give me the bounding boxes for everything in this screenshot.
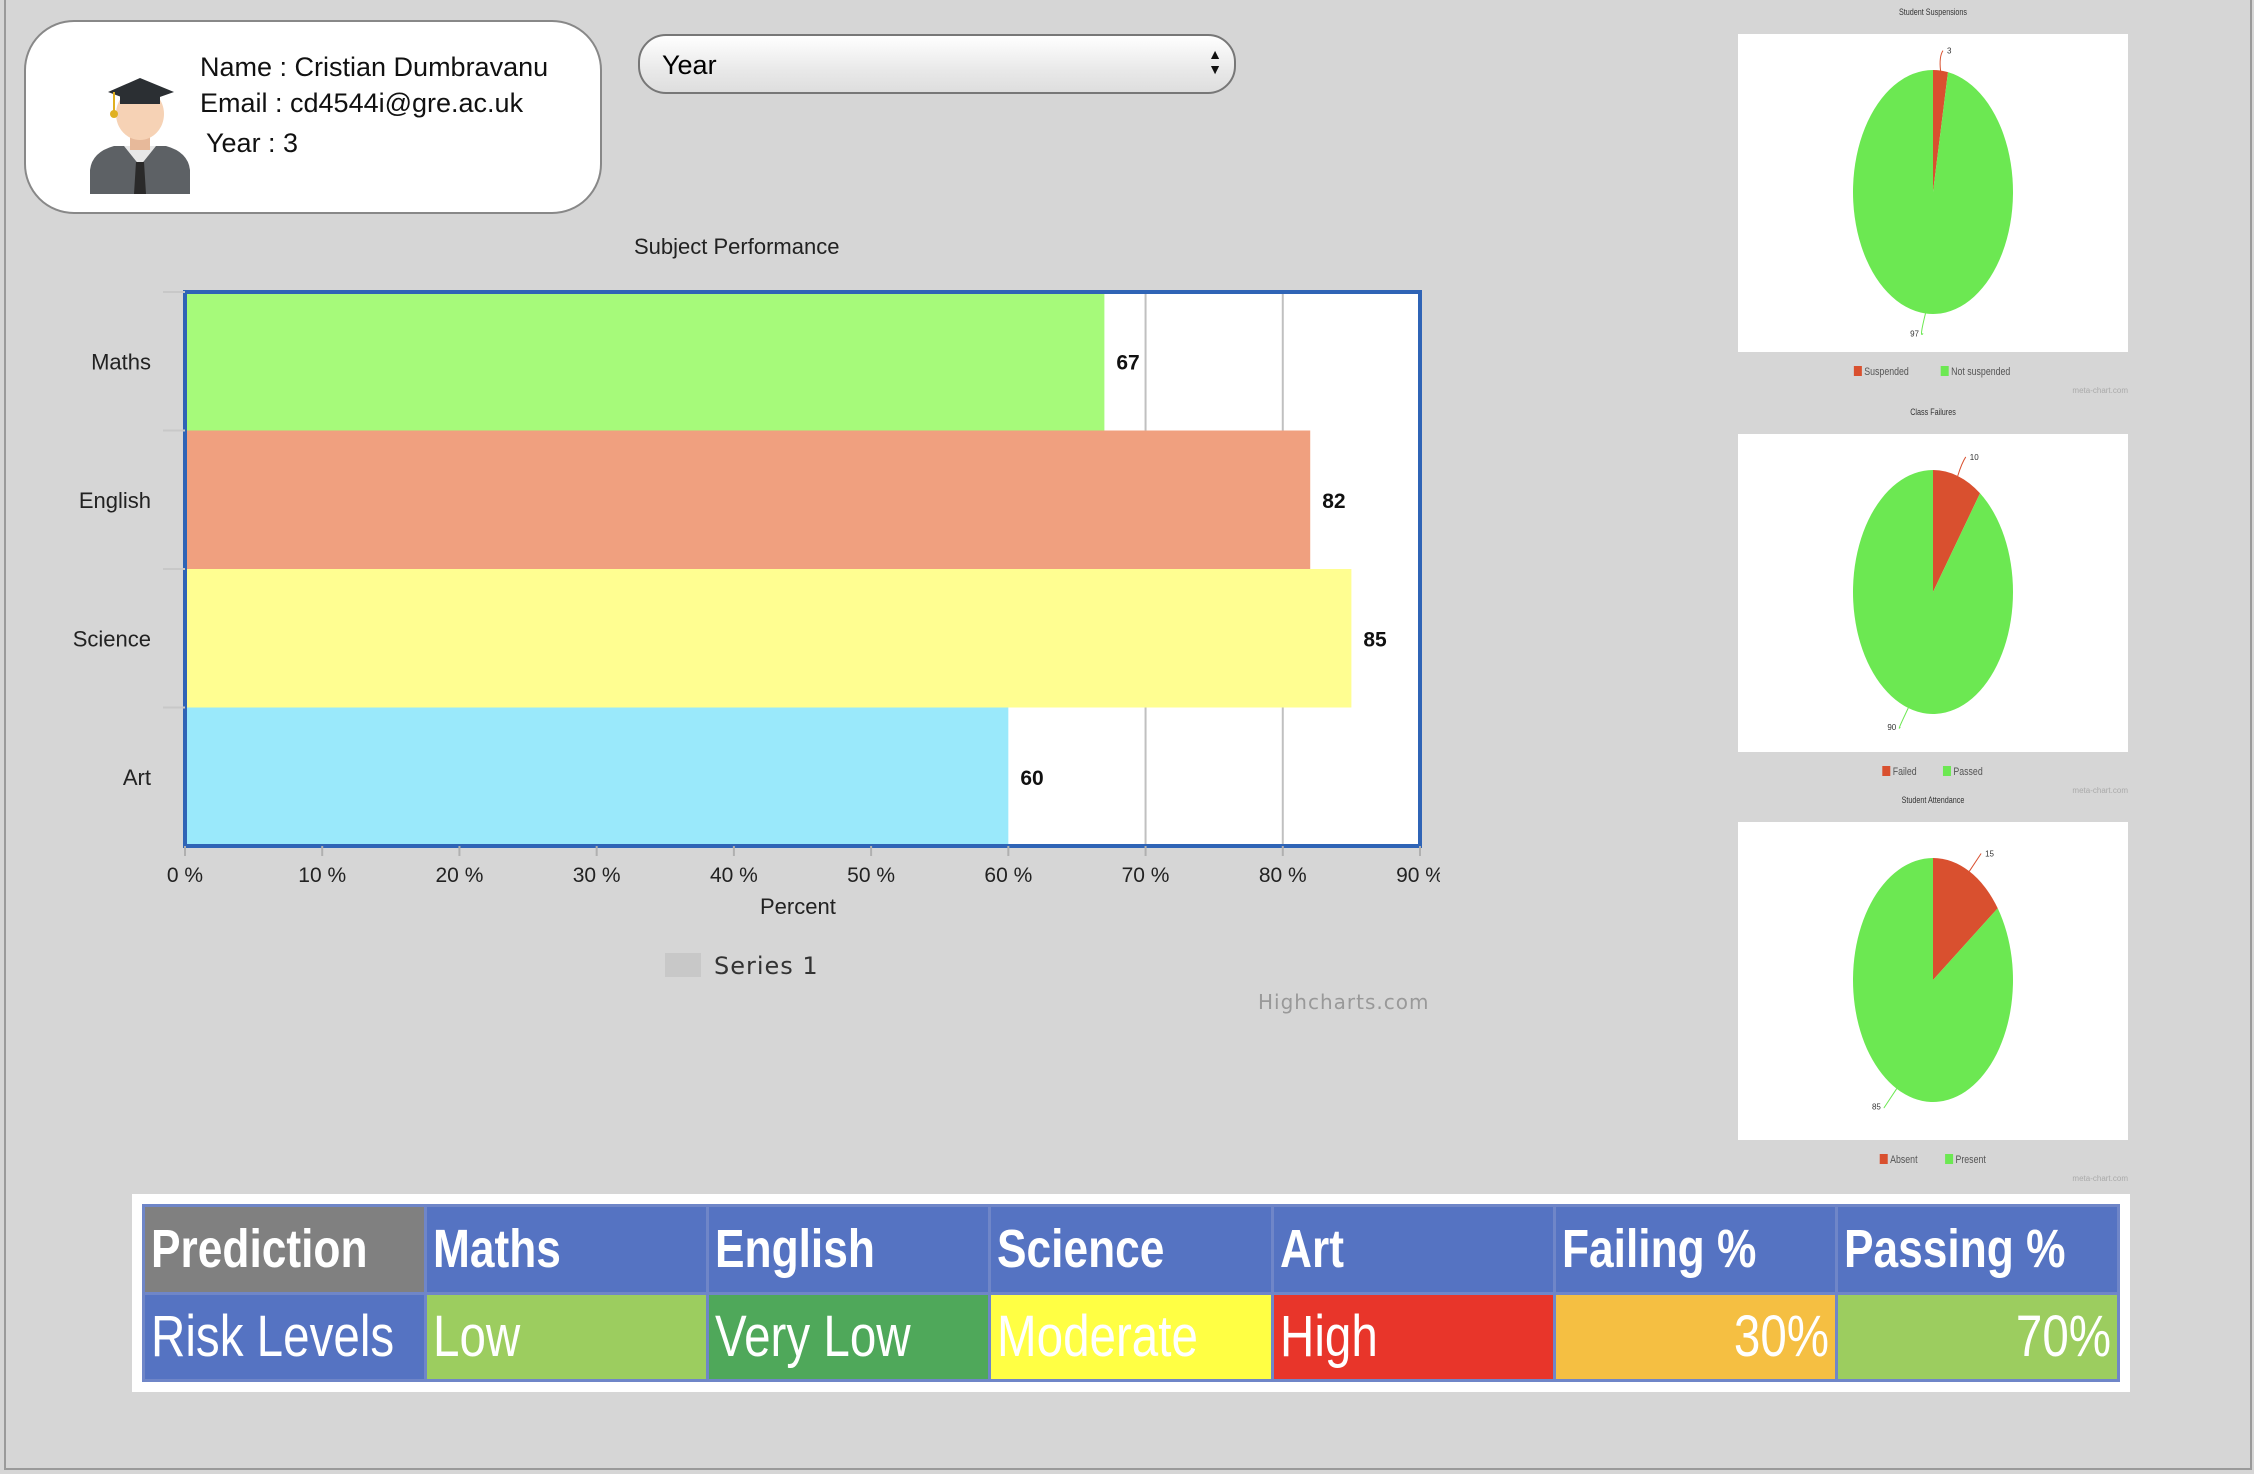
data-label: 60: [1020, 767, 1043, 790]
table-header-row: Prediction Maths English Science Art Fai…: [141, 1204, 2121, 1295]
risk-prediction-table: Prediction Maths English Science Art Fai…: [132, 1194, 2130, 1392]
highcharts-credit-link[interactable]: Highcharts.com: [1258, 990, 1429, 1014]
x-tick-label: 80 %: [1259, 864, 1307, 887]
bar-science[interactable]: [185, 569, 1352, 708]
suspensions-pie-panel: Student Suspensions 3 97 Suspended Not su…: [1738, 4, 2128, 395]
pie-label-leader: [1920, 313, 1926, 335]
y-tick-label: Art: [123, 765, 151, 790]
header-english: English: [706, 1204, 992, 1295]
data-label: 82: [1322, 490, 1345, 513]
class-failures-pie-panel: Class Failures 10 90 Failed Passed meta-c…: [1738, 404, 2128, 795]
pie-slice-passed[interactable]: [1853, 470, 2013, 714]
student-profile-card: Name : Cristian Dumbravanu Email : cd454…: [24, 20, 602, 214]
x-tick-label: 60 %: [984, 864, 1032, 887]
table-row: Risk Levels Low Very Low Moderate High 3…: [141, 1291, 2121, 1382]
year-dropdown[interactable]: Year ▲ ▼: [638, 34, 1236, 94]
year-dropdown-value: Year: [662, 50, 717, 80]
bar-english[interactable]: [185, 430, 1311, 570]
pie-title: Student Suspensions: [1898, 7, 1968, 17]
pie-chart-area: 10 90: [1738, 434, 2128, 752]
cell-passing-percent: 70%: [1834, 1291, 2121, 1382]
pie-legend: Failed Passed: [1738, 766, 2128, 778]
header-passing: Passing %: [1834, 1204, 2121, 1295]
x-tick-label: 40 %: [710, 864, 758, 887]
suspensions-pie-svg: 3 97: [1853, 47, 2013, 338]
x-tick-label: 20 %: [436, 864, 484, 887]
attendance-pie-panel: Student Attendance 15 85 Absent Present m…: [1738, 792, 2128, 1183]
header-failing: Failing %: [1552, 1204, 1838, 1295]
legend-swatch[interactable]: [665, 953, 701, 977]
pie-value-label: 85: [1872, 1103, 1881, 1112]
cell-maths-risk: Low: [424, 1291, 710, 1382]
x-tick-label: 50 %: [847, 864, 895, 887]
cell-art-risk: High: [1270, 1291, 1556, 1382]
pie-label-leader: [1968, 853, 1982, 872]
x-tick-label: 30 %: [573, 864, 621, 887]
x-tick-label: 70 %: [1122, 864, 1170, 887]
cell-failing-percent: 30%: [1552, 1291, 1838, 1382]
pie-label-leader: [1883, 1088, 1898, 1109]
legend-item-not-suspended[interactable]: Not suspended: [1941, 366, 2011, 378]
pie-value-label: 90: [1887, 723, 1896, 732]
student-name: Name : Cristian Dumbravanu: [200, 52, 549, 82]
student-year: Year : 3: [206, 128, 299, 158]
cell-risk-levels: Risk Levels: [141, 1291, 428, 1382]
cell-science-risk: Moderate: [988, 1291, 1274, 1382]
graduate-avatar-icon: [90, 78, 190, 194]
pie-value-label: 97: [1910, 329, 1919, 338]
pie-legend: Absent Present: [1738, 1154, 2128, 1166]
subject-performance-chart: Subject Performance Maths English Science A…: [0, 220, 1440, 1020]
pie-title: Class Failures: [1910, 407, 1956, 417]
x-tick-label: 10 %: [298, 864, 346, 887]
pie-chart-area: 15 85: [1738, 822, 2128, 1140]
student-email: Email : cd4544i@gre.ac.uk: [200, 88, 524, 118]
data-label: 67: [1116, 351, 1139, 374]
y-tick-label: Maths: [91, 349, 151, 374]
x-tick-label: 90 %: [1396, 864, 1440, 887]
header-art: Art: [1270, 1204, 1556, 1295]
meta-chart-credit: meta-chart.com: [2072, 1174, 2128, 1183]
bar-chart-svg: Maths English Science Art 67 82 85 60 0 % 10 % 20 …: [73, 290, 1440, 887]
y-tick-label: English: [79, 488, 151, 513]
data-label: 85: [1363, 628, 1387, 651]
cell-english-risk: Very Low: [706, 1291, 992, 1382]
pie-value-label: 15: [1985, 849, 1994, 858]
pie-value-label: 10: [1970, 453, 1979, 462]
legend-item-failed[interactable]: Failed: [1882, 766, 1917, 778]
x-tick-label: 0 %: [167, 864, 203, 887]
pie-label-leader: [1939, 50, 1944, 71]
legend-item-absent[interactable]: Absent: [1880, 1154, 1918, 1166]
header-science: Science: [988, 1204, 1274, 1295]
pie-chart-area: 3 97: [1738, 34, 2128, 352]
pie-slice-not-suspended[interactable]: [1853, 70, 2013, 314]
bar-maths[interactable]: [185, 292, 1105, 431]
header-maths: Maths: [424, 1204, 710, 1295]
pie-value-label: 3: [1947, 47, 1952, 56]
legend-item-suspended[interactable]: Suspended: [1853, 366, 1908, 378]
legend-item-present[interactable]: Present: [1944, 1154, 1986, 1166]
y-tick-label: Science: [73, 626, 151, 651]
attendance-pie-svg: 1585: [1853, 849, 2013, 1112]
header-prediction: Prediction: [141, 1204, 428, 1295]
pie-label-leader: [1898, 707, 1909, 729]
legend-series-label[interactable]: Series 1: [714, 952, 819, 980]
pie-title: Student Attendance: [1901, 795, 1965, 805]
pie-label-leader: [1957, 456, 1967, 477]
bar-art[interactable]: [185, 707, 1009, 847]
class-failures-pie-svg: 10 90: [1853, 453, 2013, 732]
select-arrows-icon: ▲ ▼: [1208, 46, 1222, 77]
meta-chart-credit: meta-chart.com: [2072, 386, 2128, 395]
pie-legend: Suspended Not suspended: [1738, 366, 2128, 378]
legend-item-passed[interactable]: Passed: [1943, 766, 1983, 778]
x-axis-title: Percent: [760, 894, 836, 919]
